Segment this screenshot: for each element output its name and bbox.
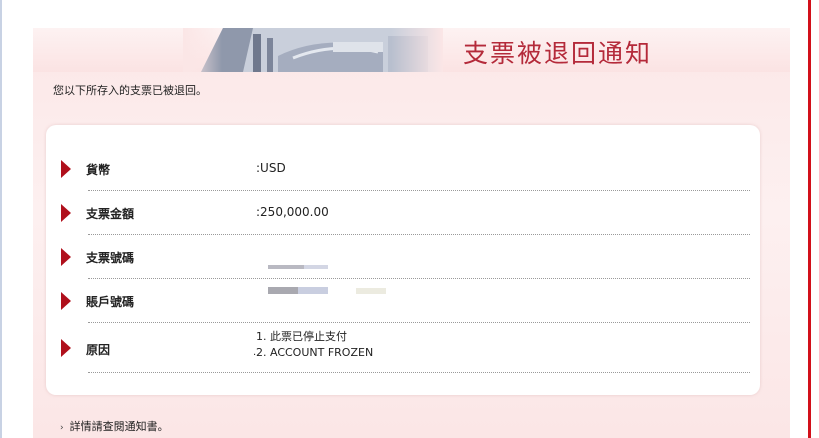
chevron-right-icon: › bbox=[60, 423, 64, 433]
amount-value: :250,000.00 bbox=[256, 205, 329, 219]
account-number-row: 賬戶號碼 bbox=[46, 279, 760, 323]
footer-note-text: 詳情請查閱通知書。 bbox=[69, 420, 169, 433]
row-marker-icon bbox=[61, 339, 71, 357]
footer-note: › 詳情請查閱通知書。 bbox=[60, 418, 169, 434]
account-number-label: 賬戶號碼 bbox=[86, 295, 135, 309]
right-red-edge bbox=[808, 0, 811, 438]
reason-list: . 1. 此票已停止支付 2. ACCOUNT FROZEN bbox=[253, 329, 374, 361]
notice-banner: 支票被退回通知 bbox=[33, 28, 790, 72]
page-title: 支票被退回通知 bbox=[463, 39, 653, 68]
cheque-number-label: 支票號碼 bbox=[86, 251, 135, 265]
row-marker-icon bbox=[61, 248, 71, 266]
row-marker-icon bbox=[61, 292, 71, 310]
reason-row: 原因 . 1. 此票已停止支付 2. ACCOUNT FROZEN bbox=[46, 323, 760, 373]
left-window-edge bbox=[0, 0, 2, 438]
details-card: 貨幣 :USD 支票金額 :250,000.00 支票號碼 賬戶號碼 原因 . … bbox=[46, 125, 760, 395]
currency-row: 貨幣 :USD bbox=[46, 147, 760, 191]
intro-text: 您以下所存入的支票已被退回。 bbox=[53, 84, 207, 97]
reason-label: 原因 bbox=[86, 343, 111, 357]
row-marker-icon bbox=[61, 160, 71, 178]
redacted-account-suffix bbox=[356, 288, 386, 294]
amount-label: 支票金額 bbox=[86, 207, 135, 221]
redacted-cheque-number bbox=[268, 265, 328, 269]
amount-row: 支票金額 :250,000.00 bbox=[46, 191, 760, 235]
reason-item-1: 1. 此票已停止支付 bbox=[256, 330, 347, 343]
cheque-number-row: 支票號碼 bbox=[46, 235, 760, 279]
currency-value: :USD bbox=[256, 161, 286, 175]
row-divider bbox=[88, 372, 750, 373]
redacted-account-number bbox=[268, 287, 328, 294]
reason-item-2: 2. ACCOUNT FROZEN bbox=[256, 346, 374, 359]
row-marker-icon bbox=[61, 204, 71, 222]
currency-label: 貨幣 bbox=[86, 163, 111, 177]
dot-marker: . bbox=[253, 347, 257, 358]
building-photo bbox=[183, 28, 443, 72]
